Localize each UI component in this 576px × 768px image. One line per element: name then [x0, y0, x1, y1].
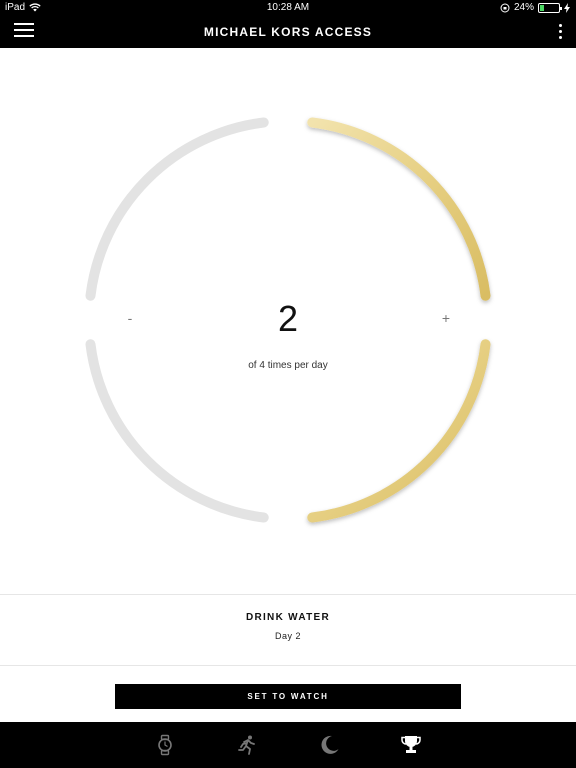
- header: MICHAEL KORS ACCESS: [0, 16, 576, 48]
- goals-trophy-icon[interactable]: [400, 734, 422, 756]
- watch-icon[interactable]: [154, 734, 176, 756]
- tab-bar: [0, 722, 576, 768]
- ring-segment-remaining: [85, 117, 269, 301]
- goal-count: 2: [277, 298, 299, 339]
- ring-segment-complete: [307, 117, 491, 301]
- more-vertical-icon[interactable]: [556, 24, 564, 42]
- charging-icon: [564, 2, 570, 13]
- goal-title: DRINK WATER: [245, 612, 331, 623]
- goal-day: Day 2: [274, 631, 301, 641]
- goal-frequency: of 4 times per day: [248, 360, 328, 371]
- battery-percent: 24%: [513, 2, 534, 13]
- set-to-watch-button[interactable]: SET TO WATCH: [115, 684, 461, 709]
- status-bar: iPad 10:28 AM 24%: [0, 0, 576, 16]
- status-time: 10:28 AM: [266, 2, 310, 13]
- goal-ring: - + 2 of 4 times per day: [0, 48, 576, 594]
- activity-runner-icon[interactable]: [236, 734, 258, 756]
- divider: [0, 665, 576, 666]
- status-right: 24%: [500, 2, 570, 13]
- lock-rotation-icon: [500, 3, 510, 12]
- sleep-moon-icon[interactable]: [318, 734, 340, 756]
- battery-icon: [538, 2, 562, 13]
- divider: [0, 594, 576, 595]
- app-title: MICHAEL KORS ACCESS: [203, 25, 373, 39]
